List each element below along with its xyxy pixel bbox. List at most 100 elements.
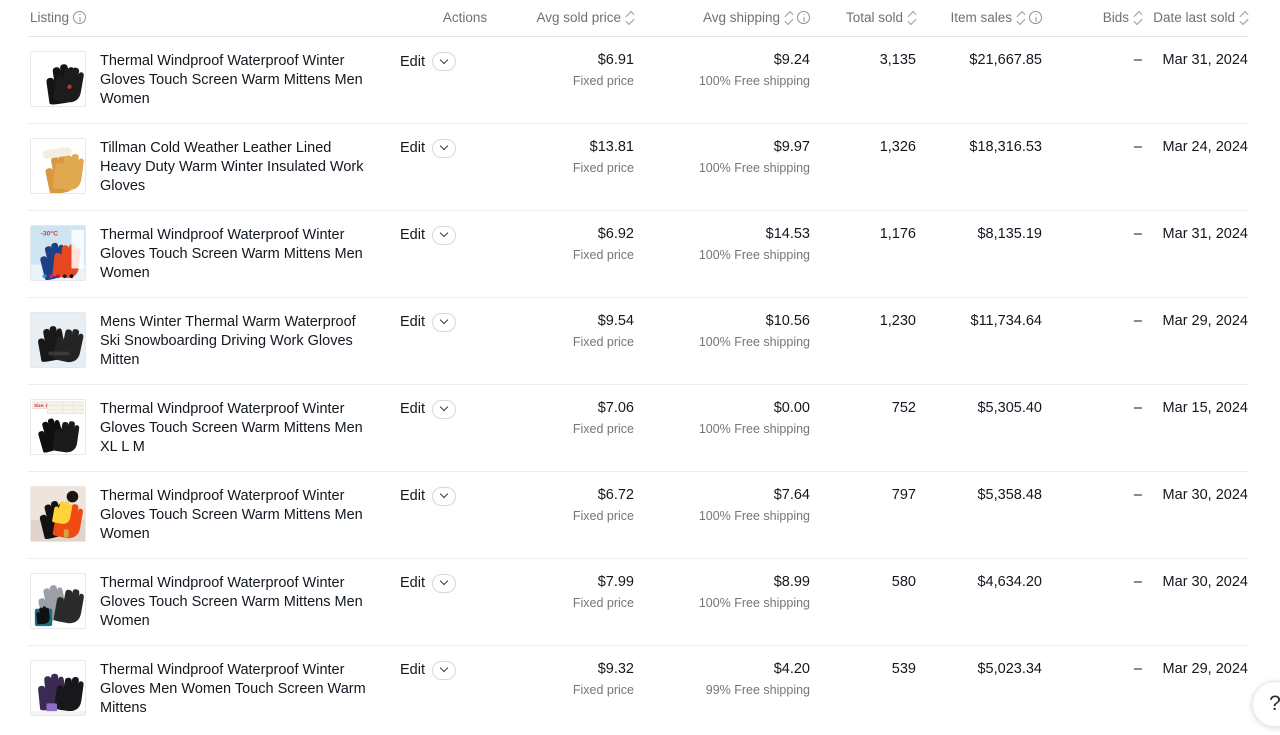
info-icon[interactable] [73,11,87,25]
total-sold-value: 539 [891,660,916,677]
question-mark-icon: ? [1269,692,1280,715]
table-row[interactable]: -30°C Thermal Windproof Waterproof Winter… [28,210,1248,298]
listing-thumbnail[interactable] [30,311,86,368]
sort-icon[interactable] [1016,11,1025,25]
date-last-sold-cell: Mar 29, 2024 [1142,645,1248,732]
total-sold-value: 797 [891,486,916,503]
column-label-actions: Actions [442,10,488,25]
listing-title[interactable]: Thermal Windproof Waterproof Winter Glov… [100,486,368,544]
sort-icon[interactable] [907,11,916,25]
avg-sold-price-value: $9.32 [597,660,634,677]
column-header-avg-sold-price[interactable]: Avg sold price [530,0,634,37]
avg-shipping-cell: $10.56 100% Free shipping [634,297,810,385]
listing-title[interactable]: Thermal Windproof Waterproof Winter Glov… [100,51,368,109]
item-sales-value: $4,634.20 [977,573,1042,590]
sort-icon[interactable] [1239,11,1248,25]
bids-cell: – [1042,558,1142,646]
listing-thumbnail[interactable] [30,137,86,194]
table-row[interactable]: Size: L Thermal Windproof Waterproof Wint… [28,384,1248,472]
edit-button[interactable]: Edit [400,140,425,156]
bids-cell: – [1042,36,1142,124]
date-last-sold-cell: Mar 15, 2024 [1142,384,1248,472]
edit-button[interactable]: Edit [400,401,425,417]
avg-sold-price-cell: $6.91 Fixed price [530,36,634,124]
info-icon[interactable] [1029,11,1042,25]
column-header-bids[interactable]: Bids [1042,0,1142,37]
edit-button[interactable]: Edit [400,662,425,678]
table-row[interactable]: Thermal Windproof Waterproof Winter Glov… [28,645,1248,732]
table-row[interactable]: Tillman Cold Weather Leather Lined Heavy… [28,123,1248,211]
avg-sold-price-cell: $7.99 Fixed price [530,558,634,646]
edit-button[interactable]: Edit [400,227,425,243]
avg-sold-price-value: $9.54 [597,312,634,329]
avg-sold-price-value: $6.91 [597,52,634,68]
listing-thumbnail[interactable] [30,659,86,716]
column-header-listing[interactable]: Listing [28,0,400,37]
column-label-total-sold: Total sold [845,10,903,25]
row-actions-menu-button[interactable] [432,486,456,506]
listing-cell: Thermal Windproof Waterproof Winter Glov… [28,645,400,732]
avg-sold-price-note: Fixed price [572,248,634,263]
column-label-avg-sold-price: Avg sold price [536,10,621,25]
item-sales-cell: $5,358.48 [916,471,1042,559]
date-last-sold-value: Mar 29, 2024 [1162,660,1248,677]
edit-button[interactable]: Edit [400,54,425,70]
listing-thumbnail[interactable]: -30°C [30,224,86,281]
avg-sold-price-note: Fixed price [572,74,634,89]
listing-thumbnail[interactable] [30,485,86,542]
column-header-date-last-sold[interactable]: Date last sold [1142,0,1248,37]
item-sales-value: $5,358.48 [977,486,1042,503]
bids-value: – [1133,573,1142,590]
table-row[interactable]: Thermal Windproof Waterproof Winter Glov… [28,471,1248,559]
avg-shipping-value: $9.24 [773,52,810,68]
row-actions-menu-button[interactable] [432,660,456,680]
row-actions-menu-button[interactable] [432,138,456,158]
avg-shipping-value: $0.00 [773,399,810,416]
listing-cell: Tillman Cold Weather Leather Lined Heavy… [28,123,400,211]
row-actions-menu-button[interactable] [432,399,456,419]
avg-shipping-note: 100% Free shipping [698,508,810,523]
table-row[interactable]: Thermal Windproof Waterproof Winter Glov… [28,36,1248,124]
actions-cell: Edit [400,210,530,298]
info-icon[interactable] [797,11,810,25]
listing-title[interactable]: Thermal Windproof Waterproof Winter Glov… [100,225,368,283]
listing-thumbnail[interactable]: Size: L [30,398,86,455]
item-sales-value: $21,667.85 [969,52,1042,68]
listing-thumbnail[interactable] [30,51,86,107]
listing-thumbnail[interactable] [30,572,86,629]
column-header-total-sold[interactable]: Total sold [810,0,916,37]
listing-title[interactable]: Thermal Windproof Waterproof Winter Glov… [100,660,368,718]
listings-page: Listing Actions Avg sold price Avg shipp… [0,0,1280,735]
row-actions-menu-button[interactable] [432,52,456,71]
listing-title[interactable]: Tillman Cold Weather Leather Lined Heavy… [100,138,368,196]
column-header-item-sales[interactable]: Item sales [916,0,1042,37]
row-actions-menu-button[interactable] [432,573,456,593]
edit-button[interactable]: Edit [400,314,425,330]
column-label-listing: Listing [30,10,70,25]
avg-shipping-note: 100% Free shipping [698,421,810,436]
avg-sold-price-value: $6.92 [597,225,634,242]
avg-sold-price-note: Fixed price [572,682,634,697]
listing-title[interactable]: Mens Winter Thermal Warm Waterproof Ski … [100,312,368,370]
listings-table: Listing Actions Avg sold price Avg shipp… [28,0,1248,732]
column-header-avg-shipping[interactable]: Avg shipping [634,0,810,37]
table-row[interactable]: Thermal Windproof Waterproof Winter Glov… [28,558,1248,646]
chevron-down-icon [439,403,449,412]
edit-button[interactable]: Edit [400,488,425,504]
avg-shipping-value: $14.53 [765,225,810,242]
avg-sold-price-note: Fixed price [572,421,634,436]
sort-icon[interactable] [1133,11,1142,25]
column-header-actions: Actions [400,0,530,37]
row-actions-menu-button[interactable] [432,312,456,332]
edit-button[interactable]: Edit [400,575,425,591]
table-row[interactable]: Mens Winter Thermal Warm Waterproof Ski … [28,297,1248,385]
total-sold-cell: 1,326 [810,123,916,211]
item-sales-value: $11,734.64 [970,312,1043,329]
listing-title[interactable]: Thermal Windproof Waterproof Winter Glov… [100,399,368,457]
listing-title[interactable]: Thermal Windproof Waterproof Winter Glov… [100,573,368,631]
sort-icon[interactable] [625,11,634,25]
avg-shipping-note: 100% Free shipping [698,74,810,89]
help-button[interactable]: ? [1252,681,1280,727]
row-actions-menu-button[interactable] [432,225,456,245]
sort-icon[interactable] [784,11,793,25]
